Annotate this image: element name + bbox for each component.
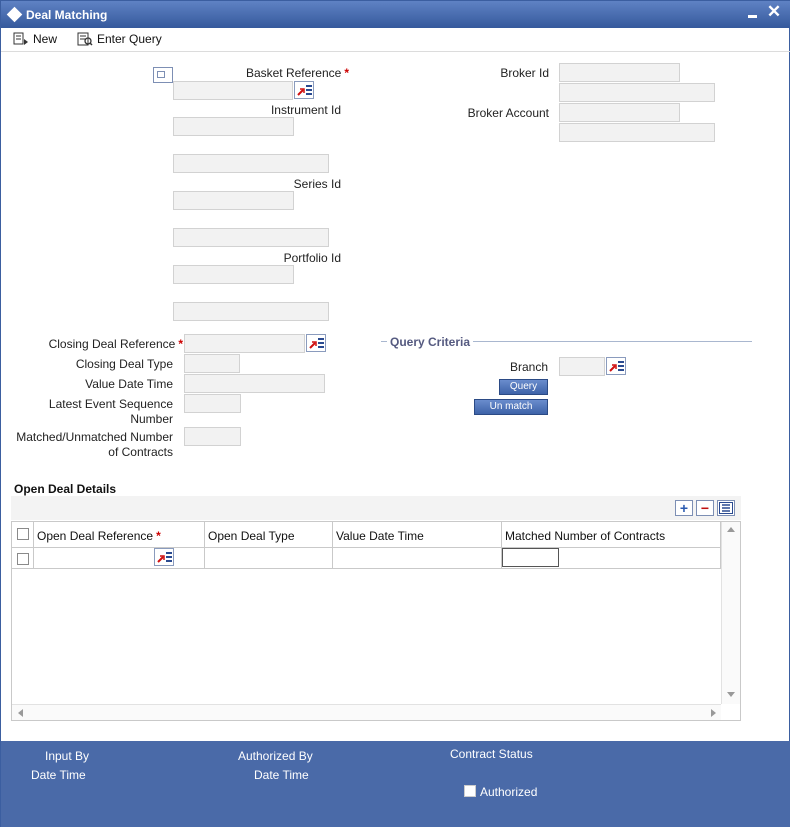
list-of-values-icon	[309, 338, 324, 349]
value-date-time-cell[interactable]	[333, 548, 502, 569]
matched-unmatched-label: Matched/Unmatched Number of Contracts	[16, 430, 173, 459]
new-icon	[13, 32, 28, 45]
latest-event-sequence-input[interactable]	[184, 394, 241, 413]
series-id-input[interactable]	[173, 191, 294, 210]
list-of-values-icon	[157, 552, 172, 563]
window-title: Deal Matching	[26, 8, 108, 22]
matched-number-of-contracts-cell[interactable]	[502, 548, 721, 569]
new-button[interactable]: New	[13, 31, 63, 49]
instrument-id-label: Instrument Id	[270, 103, 341, 117]
authorized-label: Authorized	[480, 785, 538, 799]
date-time-label-2: Date Time	[254, 768, 309, 782]
authorized-checkbox[interactable]	[464, 785, 476, 797]
query-criteria-line-right	[473, 341, 752, 342]
new-label: New	[33, 32, 58, 46]
enter-query-label: Enter Query	[97, 32, 162, 46]
closing-deal-type-input[interactable]	[184, 354, 240, 373]
basket-reference-input[interactable]	[173, 81, 293, 100]
horizontal-scrollbar[interactable]	[12, 704, 721, 720]
close-icon[interactable]: ✕	[766, 3, 782, 20]
unmatch-button[interactable]: Un match	[474, 399, 548, 415]
value-date-time-input[interactable]	[184, 374, 325, 393]
scroll-left-icon[interactable]	[18, 709, 23, 717]
branch-lov-button[interactable]	[606, 357, 626, 375]
add-row-icon[interactable]: +	[675, 500, 693, 516]
view-rows-icon[interactable]	[717, 500, 735, 516]
vertical-scrollbar[interactable]	[721, 522, 740, 704]
deal-matching-window: Deal Matching ✕ New Enter Query Basket R…	[0, 0, 790, 827]
branch-label: Branch	[509, 360, 548, 374]
audit-footer: Input By Date Time Authorized By Date Ti…	[1, 741, 790, 827]
list-of-values-icon	[609, 361, 624, 372]
matched-unmatched-input[interactable]	[184, 427, 241, 446]
portfolio-description-input[interactable]	[173, 302, 329, 321]
broker-id-label: Broker Id	[500, 66, 549, 80]
query-criteria-line-left	[381, 341, 387, 342]
delete-row-icon[interactable]: −	[696, 500, 714, 516]
series-id-label: Series Id	[293, 177, 341, 191]
open-deal-grid: Open Deal Reference * Open Deal Type Valu…	[11, 521, 741, 721]
closing-deal-type-label: Closing Deal Type	[75, 357, 173, 371]
toolbar: New Enter Query	[1, 28, 790, 52]
closing-deal-reference-label: Closing Deal Reference *	[48, 337, 183, 351]
scroll-up-icon[interactable]	[727, 527, 735, 532]
latest-event-sequence-label: Latest Event Sequence Number	[48, 397, 173, 426]
broker-account-label: Broker Account	[467, 106, 549, 120]
basket-reference-lov-button[interactable]	[294, 81, 314, 99]
enter-query-button[interactable]: Enter Query	[77, 31, 167, 49]
contract-status-label: Contract Status	[450, 747, 533, 761]
minimize-icon[interactable]	[746, 5, 760, 21]
series-description-input[interactable]	[173, 228, 329, 247]
open-deal-type-cell[interactable]	[205, 548, 333, 569]
value-date-time-label: Value Date Time	[85, 377, 173, 391]
authorized-by-label: Authorized By	[238, 749, 313, 763]
expand-panel-icon[interactable]	[153, 67, 173, 83]
list-of-values-icon	[297, 85, 312, 96]
diamond-icon	[6, 6, 23, 23]
closing-deal-reference-input[interactable]	[184, 334, 305, 353]
closing-deal-reference-lov-button[interactable]	[306, 334, 326, 352]
header-select-all-cell	[12, 522, 34, 548]
open-deal-reference-cell[interactable]	[34, 548, 205, 569]
input-by-label: Input By	[45, 749, 90, 763]
scroll-down-icon[interactable]	[727, 692, 735, 697]
column-header-open-deal-reference[interactable]: Open Deal Reference *	[34, 522, 205, 548]
date-time-label-1: Date Time	[31, 768, 86, 782]
broker-account-input[interactable]	[559, 103, 680, 122]
table-row-select-cell	[12, 548, 34, 569]
select-all-checkbox[interactable]	[17, 528, 29, 540]
basket-reference-label: Basket Reference *	[245, 66, 349, 80]
portfolio-id-input[interactable]	[173, 265, 294, 284]
broker-id-input[interactable]	[559, 63, 680, 82]
scroll-right-icon[interactable]	[711, 709, 716, 717]
branch-input[interactable]	[559, 357, 605, 376]
title-bar: Deal Matching ✕	[1, 1, 790, 28]
row-checkbox[interactable]	[17, 553, 29, 565]
portfolio-id-label: Portfolio Id	[283, 251, 341, 265]
grid-toolbar: + −	[11, 496, 741, 520]
column-header-matched-number-of-contracts[interactable]: Matched Number of Contracts	[502, 522, 721, 548]
query-button[interactable]: Query	[499, 379, 548, 395]
enter-query-icon	[77, 32, 93, 46]
broker-description-input[interactable]	[559, 83, 715, 102]
open-deal-reference-lov-button[interactable]	[154, 548, 174, 566]
column-header-value-date-time[interactable]: Value Date Time	[333, 522, 502, 548]
column-header-open-deal-type[interactable]: Open Deal Type	[205, 522, 333, 548]
query-criteria-title: Query Criteria	[390, 335, 471, 349]
matched-number-of-contracts-input[interactable]	[502, 548, 559, 567]
instrument-id-input[interactable]	[173, 117, 294, 136]
broker-account-description-input[interactable]	[559, 123, 715, 142]
open-deal-details-title: Open Deal Details	[14, 482, 117, 496]
instrument-description-input[interactable]	[173, 154, 329, 173]
